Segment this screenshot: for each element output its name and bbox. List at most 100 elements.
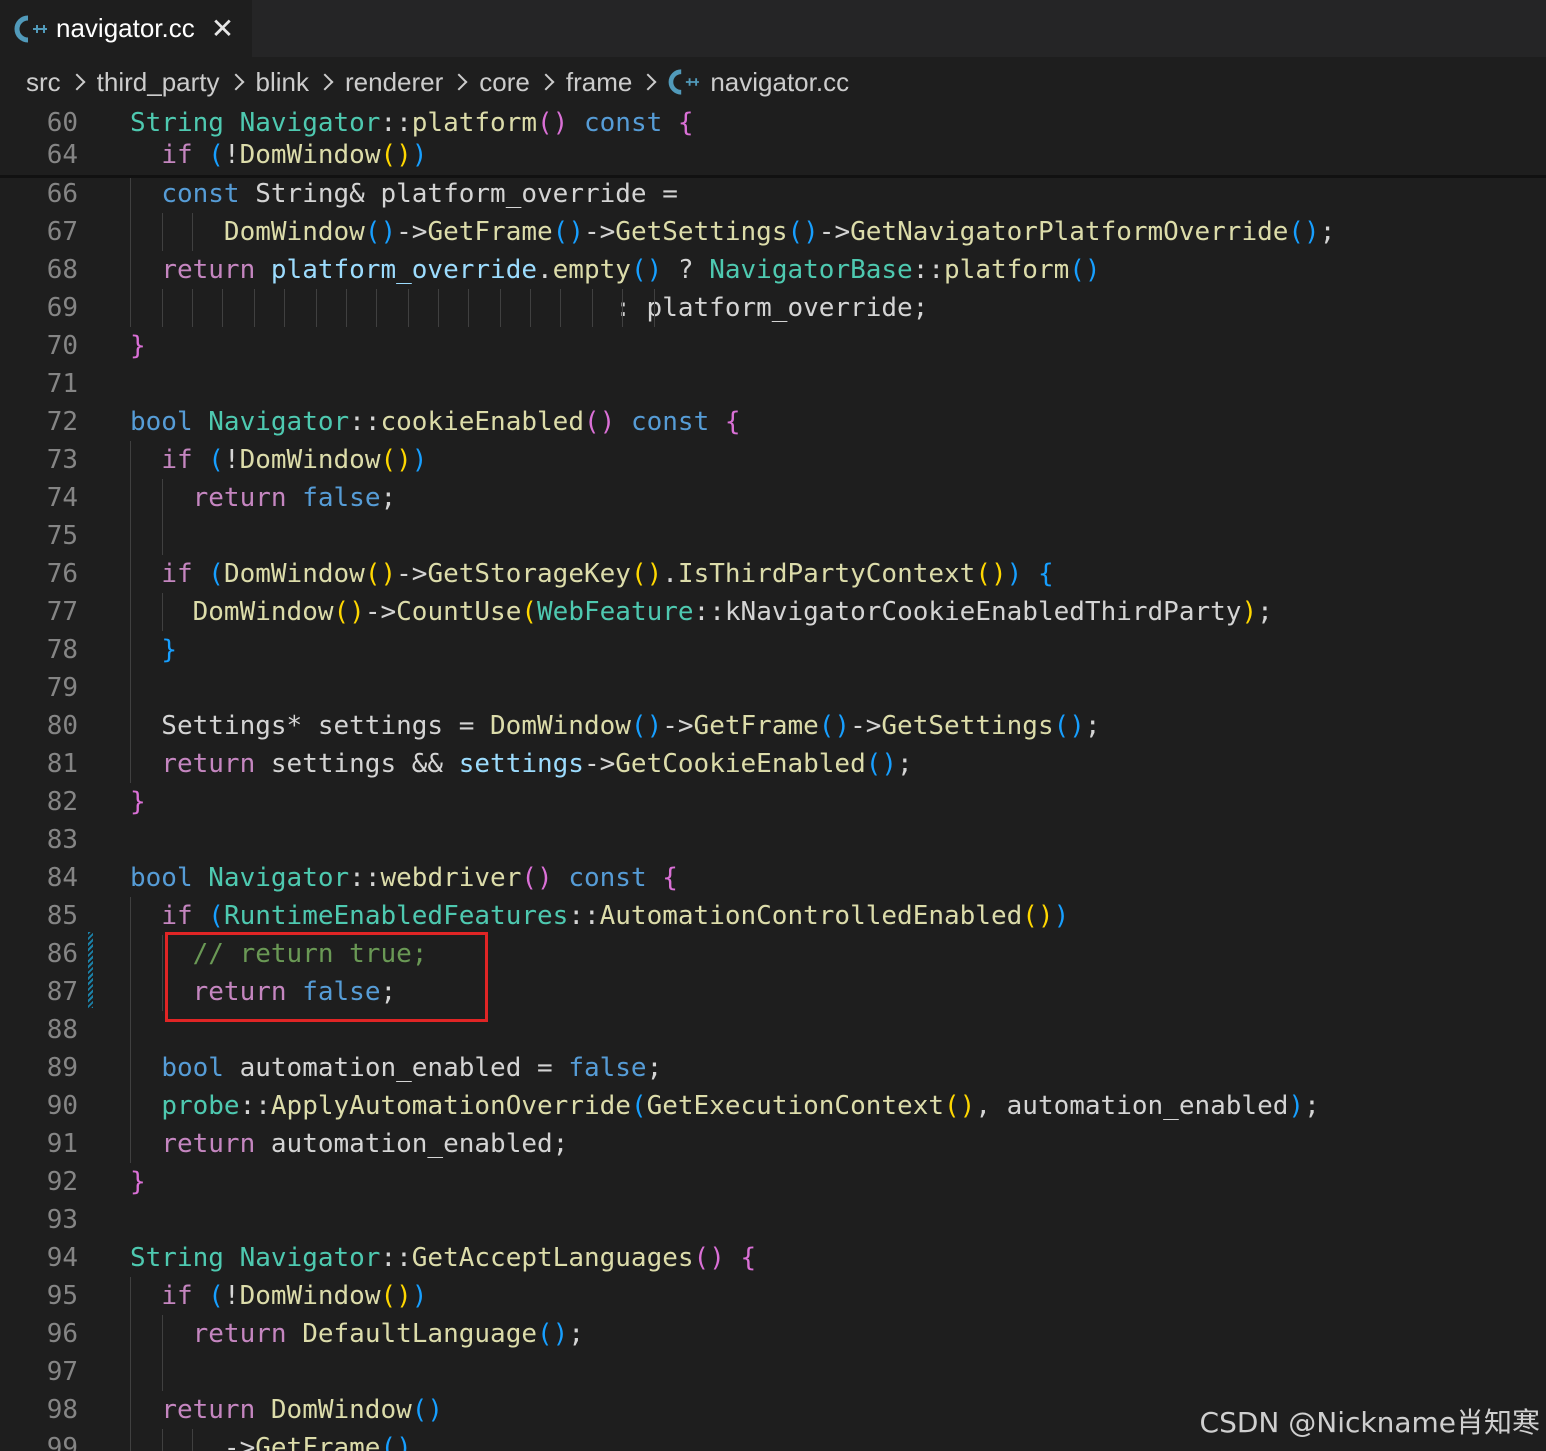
code-token: return [192,1319,287,1349]
code-token: () [380,1281,412,1311]
line-number: 98 [46,1395,78,1425]
line-number: 97 [46,1357,78,1387]
breadcrumb-item-renderer[interactable]: renderer [345,67,443,98]
breadcrumb-item-frame[interactable]: frame [566,67,632,98]
code-text: if (!DomWindow()) [130,139,427,171]
code-token: () [364,559,397,589]
code-line[interactable]: 78 } [0,631,1546,669]
code-token: bool [130,863,193,893]
watermark: CSDN @Nickname肖知寒 [1199,1406,1540,1439]
code-line[interactable]: 97 [0,1353,1546,1391]
code-line[interactable]: 81 return settings && settings->GetCooki… [0,745,1546,783]
indent-guide [130,213,131,251]
code-line[interactable]: 85 if (RuntimeEnabledFeatures::Automatio… [0,897,1546,935]
code-token: ! [223,1281,240,1311]
tab-navigator-cc[interactable]: navigator.cc ✕ [0,0,252,57]
code-line[interactable]: 70} [0,327,1546,365]
code-line[interactable]: 79 [0,669,1546,707]
code-line[interactable]: 77 DomWindow()->CountUse(WebFeature::kNa… [0,593,1546,631]
indent-guide [530,289,531,327]
code-line[interactable]: 82} [0,783,1546,821]
breadcrumb-item-core[interactable]: core [479,67,530,98]
code-token: -> [662,711,694,741]
code-token: :: [380,1243,412,1273]
code-line[interactable]: 74 return false; [0,479,1546,517]
code-token: const [583,108,663,138]
code-token: () [380,140,412,170]
breadcrumb-item-file[interactable]: navigator.cc [710,67,849,98]
indent-guide [346,289,347,327]
code-line[interactable]: 89 bool automation_enabled = false; [0,1049,1546,1087]
code-line[interactable]: 93 [0,1201,1546,1239]
code-line[interactable]: 76 if (DomWindow()->GetStorageKey().IsTh… [0,555,1546,593]
code-token: { [724,407,741,437]
code-line[interactable]: 90 probe::ApplyAutomationOverride(GetExe… [0,1087,1546,1125]
indent-guide [162,935,163,973]
chevron-right-icon [639,73,657,91]
sticky-scroll-header[interactable]: 60 String Navigator::platform() const {64… [0,107,1546,178]
indent-guide [130,1011,131,1049]
line-number: 81 [46,749,78,779]
indent-guide [560,289,561,327]
code-line[interactable]: 84 bool Navigator::webdriver() const { [0,859,1546,897]
line-number: 75 [46,521,78,551]
code-text: if (!DomWindow()) [130,441,427,479]
code-token: ? [662,255,710,285]
code-line[interactable]: 80 Settings* settings = DomWindow()->Get… [0,707,1546,745]
code-line[interactable]: 73 if (!DomWindow()) [0,441,1546,479]
code-line[interactable]: 75 [0,517,1546,555]
code-token: NavigatorBase [709,255,913,285]
code-line[interactable]: 94 String Navigator::GetAcceptLanguages()… [0,1239,1546,1277]
breadcrumb-item-blink[interactable]: blink [256,67,309,98]
code-token: , automation_enabled [975,1091,1289,1121]
code-token: if [161,559,193,589]
code-line[interactable]: 96 return DefaultLanguage(); [0,1315,1546,1353]
line-number: 79 [46,673,78,703]
code-token: false [568,1053,647,1083]
code-token: platform [411,108,538,138]
line-number: 82 [46,787,78,817]
code-line[interactable]: 83 [0,821,1546,859]
code-line[interactable]: 66 const String& platform_override = [0,175,1546,213]
code-token: GetFrame [427,217,553,247]
code-line[interactable]: 91 return automation_enabled; [0,1125,1546,1163]
indent-guide [162,1429,163,1451]
indent-guide [130,1087,131,1125]
code-token: IsThirdPartyContext [677,559,976,589]
close-icon[interactable]: ✕ [211,12,234,45]
code-token: platform [944,255,1070,285]
code-line[interactable]: 95 if (!DomWindow()) [0,1277,1546,1315]
modified-lines-indicator[interactable] [88,932,93,1008]
line-number: 84 [46,863,78,893]
code-token: GetFrame [255,1433,381,1451]
indent-guide [130,479,131,517]
code-token: bool [161,1053,224,1083]
code-line[interactable]: 72 bool Navigator::cookieEnabled() const … [0,403,1546,441]
code-token: :: [349,863,381,893]
code-editor[interactable]: 60 String Navigator::platform() const {64… [0,107,1546,1451]
code-token: () [975,559,1007,589]
breadcrumb-item-src[interactable]: src [26,67,61,98]
code-line[interactable]: 69 : platform_override; [0,289,1546,327]
code-token: { [740,1243,757,1273]
code-line[interactable]: 67 DomWindow()->GetFrame()->GetSettings(… [0,213,1546,251]
code-token: ) [411,1281,428,1311]
code-text: ->GetFrame() [130,1429,412,1451]
code-token: const [161,179,240,209]
code-token: . [537,255,553,285]
breadcrumb-item-third-party[interactable]: third_party [97,67,220,98]
code-line[interactable]: 92} [0,1163,1546,1201]
code-token: () [693,1243,725,1273]
code-line[interactable]: 64 if (!DomWindow()) [0,139,1546,171]
code-line[interactable]: 71 [0,365,1546,403]
code-line[interactable]: 60 String Navigator::platform() const { [0,107,1546,139]
code-text: bool automation_enabled = false; [130,1049,662,1087]
code-token: -> [583,749,616,779]
code-token: ; [1304,1091,1320,1121]
code-line[interactable]: 68 return platform_override.empty() ? Na… [0,251,1546,289]
